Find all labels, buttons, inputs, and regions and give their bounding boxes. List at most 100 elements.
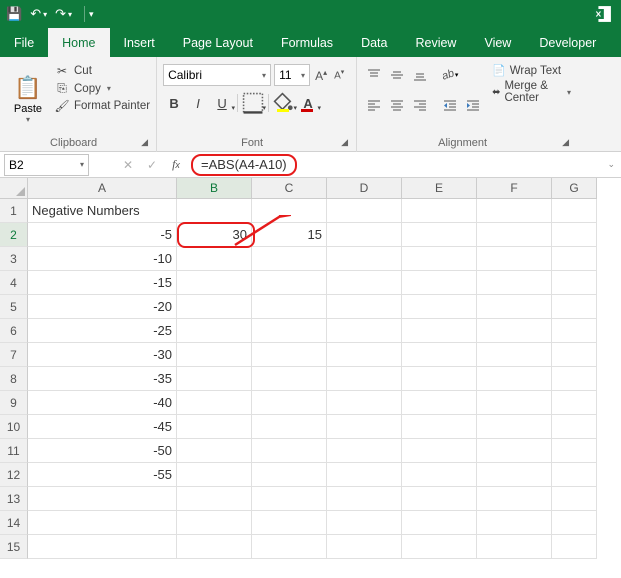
decrease-indent-button[interactable] <box>439 94 461 116</box>
cell-E12[interactable] <box>402 463 477 487</box>
row-header-13[interactable]: 13 <box>0 487 28 511</box>
cell-C12[interactable] <box>252 463 327 487</box>
cell-F15[interactable] <box>477 535 552 559</box>
clipboard-launcher-icon[interactable]: ◢ <box>141 137 148 148</box>
cell-F11[interactable] <box>477 439 552 463</box>
row-header-11[interactable]: 11 <box>0 439 28 463</box>
save-icon[interactable]: 💾 <box>6 6 22 22</box>
cell-B3[interactable] <box>177 247 252 271</box>
cell-F14[interactable] <box>477 511 552 535</box>
cell-F7[interactable] <box>477 343 552 367</box>
align-middle-button[interactable] <box>386 64 408 86</box>
cell-A13[interactable] <box>28 487 177 511</box>
cell-B15[interactable] <box>177 535 252 559</box>
paste-button[interactable]: 📋 Paste ▾ <box>6 60 50 135</box>
cell-E15[interactable] <box>402 535 477 559</box>
cell-B10[interactable] <box>177 415 252 439</box>
name-box[interactable]: B2▾ <box>4 154 89 176</box>
increase-indent-button[interactable] <box>462 94 484 116</box>
cell-G12[interactable] <box>552 463 597 487</box>
col-header-B[interactable]: B <box>177 178 252 199</box>
cell-B11[interactable] <box>177 439 252 463</box>
row-header-10[interactable]: 10 <box>0 415 28 439</box>
cell-B2[interactable]: 30 <box>177 223 252 247</box>
tab-home[interactable]: Home <box>48 28 109 57</box>
merge-center-button[interactable]: ⬌Merge & Center▾ <box>492 80 571 104</box>
cell-E13[interactable] <box>402 487 477 511</box>
cell-A2[interactable]: -5 <box>28 223 177 247</box>
cell-B12[interactable] <box>177 463 252 487</box>
cell-G6[interactable] <box>552 319 597 343</box>
cell-C2[interactable]: 15 <box>252 223 327 247</box>
cell-D12[interactable] <box>327 463 402 487</box>
cell-G10[interactable] <box>552 415 597 439</box>
align-right-button[interactable] <box>409 94 431 116</box>
cell-A14[interactable] <box>28 511 177 535</box>
wrap-text-button[interactable]: 📄Wrap Text <box>492 64 571 77</box>
cell-A12[interactable]: -55 <box>28 463 177 487</box>
underline-button[interactable]: U▾ <box>211 92 233 114</box>
row-header-8[interactable]: 8 <box>0 367 28 391</box>
cell-E9[interactable] <box>402 391 477 415</box>
col-header-F[interactable]: F <box>477 178 552 199</box>
cell-F6[interactable] <box>477 319 552 343</box>
cell-D3[interactable] <box>327 247 402 271</box>
cell-G7[interactable] <box>552 343 597 367</box>
cell-E8[interactable] <box>402 367 477 391</box>
cell-D9[interactable] <box>327 391 402 415</box>
cell-E4[interactable] <box>402 271 477 295</box>
col-header-E[interactable]: E <box>402 178 477 199</box>
cell-F3[interactable] <box>477 247 552 271</box>
cell-F10[interactable] <box>477 415 552 439</box>
col-header-C[interactable]: C <box>252 178 327 199</box>
select-all-corner[interactable] <box>0 178 28 199</box>
cell-F13[interactable] <box>477 487 552 511</box>
cell-G3[interactable] <box>552 247 597 271</box>
cell-G13[interactable] <box>552 487 597 511</box>
fx-icon[interactable]: fx <box>165 155 187 175</box>
cell-E5[interactable] <box>402 295 477 319</box>
row-header-6[interactable]: 6 <box>0 319 28 343</box>
cell-B7[interactable] <box>177 343 252 367</box>
cell-A1[interactable]: Negative Numbers <box>28 199 177 223</box>
cell-D15[interactable] <box>327 535 402 559</box>
cell-F8[interactable] <box>477 367 552 391</box>
cell-C6[interactable] <box>252 319 327 343</box>
cell-D4[interactable] <box>327 271 402 295</box>
row-header-14[interactable]: 14 <box>0 511 28 535</box>
cell-D14[interactable] <box>327 511 402 535</box>
cell-D7[interactable] <box>327 343 402 367</box>
cell-C13[interactable] <box>252 487 327 511</box>
redo-icon[interactable]: ↷▾ <box>55 6 72 22</box>
orientation-button[interactable]: ab▾ <box>439 64 461 86</box>
cell-B4[interactable] <box>177 271 252 295</box>
col-header-D[interactable]: D <box>327 178 402 199</box>
cell-D2[interactable] <box>327 223 402 247</box>
row-header-4[interactable]: 4 <box>0 271 28 295</box>
cut-button[interactable]: ✂Cut <box>54 64 150 78</box>
row-header-12[interactable]: 12 <box>0 463 28 487</box>
cell-A5[interactable]: -20 <box>28 295 177 319</box>
cell-B13[interactable] <box>177 487 252 511</box>
cell-A10[interactable]: -45 <box>28 415 177 439</box>
cell-D6[interactable] <box>327 319 402 343</box>
cell-E2[interactable] <box>402 223 477 247</box>
cell-F5[interactable] <box>477 295 552 319</box>
tab-formulas[interactable]: Formulas <box>267 28 347 57</box>
cell-F12[interactable] <box>477 463 552 487</box>
cell-C4[interactable] <box>252 271 327 295</box>
cell-D13[interactable] <box>327 487 402 511</box>
cell-D5[interactable] <box>327 295 402 319</box>
cell-C8[interactable] <box>252 367 327 391</box>
align-center-button[interactable] <box>386 94 408 116</box>
cell-F9[interactable] <box>477 391 552 415</box>
cell-C9[interactable] <box>252 391 327 415</box>
cell-G14[interactable] <box>552 511 597 535</box>
cell-B6[interactable] <box>177 319 252 343</box>
font-size-select[interactable]: 11▾ <box>274 64 310 86</box>
accept-formula-icon[interactable]: ✓ <box>141 155 163 175</box>
cell-C15[interactable] <box>252 535 327 559</box>
cell-G5[interactable] <box>552 295 597 319</box>
cell-A7[interactable]: -30 <box>28 343 177 367</box>
alignment-launcher-icon[interactable]: ◢ <box>562 137 569 148</box>
